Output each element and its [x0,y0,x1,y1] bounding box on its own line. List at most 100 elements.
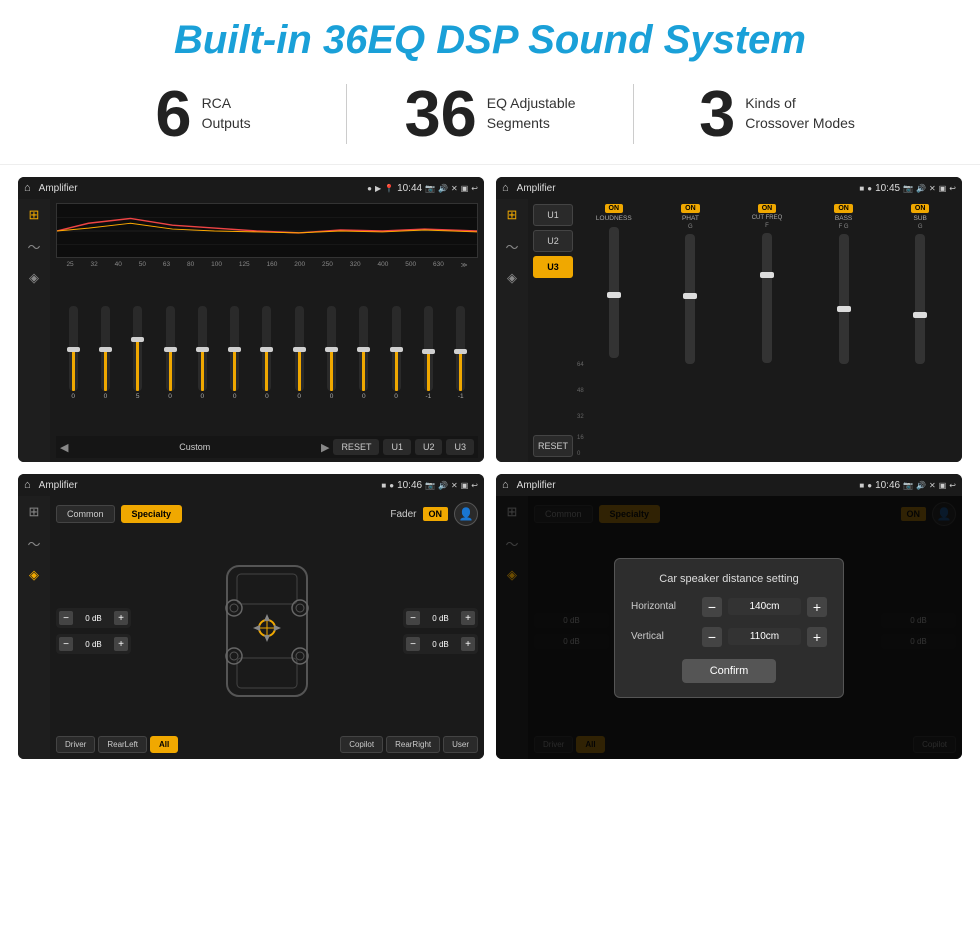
eq-slider-col: 0 [392,306,401,400]
status-bar-3: ⌂ Amplifier ■● 10:46 📷🔊✕▣↩ [18,474,484,496]
eq-slider-col: 0 [295,306,304,400]
side-nav-2: ⊞ 〜 ◈ [496,199,528,462]
fader-body: − 0 dB + − 0 dB + [56,531,478,731]
dialog-horizontal-row: Horizontal − 140cm + [631,597,827,617]
status-icons-3: ■● 10:46 📷🔊✕▣↩ [381,480,478,491]
screens-grid: ⌂ Amplifier ● ▶ 📍 10:44 📷 🔊 ✕ ▣ ↩ ⊞ 〜 ◈ [0,165,980,769]
vol-minus-rl[interactable]: − [59,637,73,651]
u3-preset[interactable]: U3 [533,256,573,278]
dialog-overlay: Car speaker distance setting Horizontal … [496,496,962,759]
rear-left-btn[interactable]: RearLeft [98,736,147,753]
confirm-button[interactable]: Confirm [682,659,777,683]
speaker-nav-icon[interactable]: ◈ [29,270,39,286]
eq-sliders: 0 0 5 [56,272,478,433]
time-3: 10:46 [397,480,422,491]
eq-slider-col: -1 [424,306,433,400]
play-icon-1: ▶ [375,184,381,193]
eq-slider-col: 0 [327,306,336,400]
eq-nav-icon-3[interactable]: ⊞ [29,504,40,520]
home-icon-2[interactable]: ⌂ [502,182,509,194]
horizontal-minus[interactable]: − [702,597,722,617]
channel-sub: ON SUB G [883,204,957,457]
stat-label-crossover: Kinds of Crossover Modes [745,94,855,133]
home-icon-1[interactable]: ⌂ [24,182,31,194]
status-bar-2: ⌂ Amplifier ■● 10:45 📷🔊✕▣↩ [496,177,962,199]
stat-rca: 6 RCA Outputs [60,81,346,146]
screen-eq: ⌂ Amplifier ● ▶ 📍 10:44 📷 🔊 ✕ ▣ ↩ ⊞ 〜 ◈ [18,177,484,462]
vol-val-fr: 0 dB [422,614,459,623]
vol-row-fr: − 0 dB + [403,608,478,628]
vol-row-rl: − 0 dB + [56,634,131,654]
eq-nav-icon-2[interactable]: ⊞ [507,207,518,223]
eq-controls: ◀ Custom ▶ RESET U1 U2 U3 [56,436,478,458]
page-header: Built-in 36EQ DSP Sound System [0,0,980,71]
eq-slider-col: 0 [230,306,239,400]
time-2: 10:45 [875,183,900,194]
next-icon[interactable]: ▶ [321,441,329,454]
specialty-tab[interactable]: Specialty [121,505,183,523]
eq-slider-col: 0 [359,306,368,400]
vol-plus-rl[interactable]: + [114,637,128,651]
u3-btn-1[interactable]: U3 [446,439,474,455]
vertical-minus[interactable]: − [702,627,722,647]
fader-label: Fader [390,509,416,520]
eq-nav-icon[interactable]: ⊞ [29,207,40,223]
user-btn[interactable]: User [443,736,478,753]
vertical-label: Vertical [631,631,696,642]
eq-slider-col: 0 [262,306,271,400]
status-icons-2: ■● 10:45 📷🔊✕▣↩ [859,183,956,194]
vol-row-rr: − 0 dB + [403,634,478,654]
stat-label-rca: RCA Outputs [202,94,251,133]
vol-minus-fl[interactable]: − [59,611,73,625]
fader-tabs: Common Specialty Fader ON 👤 [56,502,478,526]
vol-val-fl: 0 dB [75,614,112,623]
vol-plus-fr[interactable]: + [461,611,475,625]
common-tab[interactable]: Common [56,505,115,523]
eq-main: 25 32 40 50 63 80 100 125 160 200 250 32… [50,199,484,462]
horizontal-plus[interactable]: + [807,597,827,617]
mixer-main: U1 U2 U3 RESET ON LOUDNESS 64 [528,199,962,462]
wave-nav-icon-2[interactable]: 〜 [505,237,518,256]
rear-right-btn[interactable]: RearRight [386,736,440,753]
eq-graph [56,203,478,258]
home-icon-4[interactable]: ⌂ [502,479,509,491]
mixer-presets: U1 U2 U3 RESET [533,204,573,457]
amplifier-title-4: Amplifier [517,480,856,491]
u1-preset[interactable]: U1 [533,204,573,226]
u2-preset[interactable]: U2 [533,230,573,252]
reset-btn-2[interactable]: RESET [533,435,573,457]
home-icon-3[interactable]: ⌂ [24,479,31,491]
channel-phat: ON PHAT G [654,204,728,457]
copilot-btn[interactable]: Copilot [340,736,383,753]
time-1: 10:44 [397,183,422,194]
vol-plus-rr[interactable]: + [461,637,475,651]
side-nav-1: ⊞ 〜 ◈ [18,199,50,462]
vol-val-rr: 0 dB [422,640,459,649]
vol-minus-rr[interactable]: − [406,637,420,651]
reset-btn-1[interactable]: RESET [333,439,379,455]
vol-plus-fl[interactable]: + [114,611,128,625]
dot-icon-1: ● [367,184,372,193]
horizontal-label: Horizontal [631,601,696,612]
sp-nav-icon-2[interactable]: ◈ [507,270,517,286]
u2-btn-1[interactable]: U2 [415,439,443,455]
wave-nav-icon[interactable]: 〜 [27,237,40,256]
horizontal-value: 140cm [728,598,801,615]
wave-nav-icon-3[interactable]: 〜 [27,534,40,553]
user-profile-icon[interactable]: 👤 [454,502,478,526]
status-icons-1: ● ▶ 📍 10:44 📷 🔊 ✕ ▣ ↩ [367,183,478,194]
stat-crossover: 3 Kinds of Crossover Modes [634,81,920,146]
sp-nav-icon-3[interactable]: ◈ [29,567,39,583]
u1-btn-1[interactable]: U1 [383,439,411,455]
x-icon-1: ✕ [451,184,458,193]
page-title: Built-in 36EQ DSP Sound System [20,18,960,63]
car-diagram [137,531,397,731]
driver-btn[interactable]: Driver [56,736,95,753]
all-btn[interactable]: All [150,736,178,753]
fader-on-badge: ON [423,507,449,521]
fader-right-vols: − 0 dB + − 0 dB + [403,531,478,731]
vol-minus-fr[interactable]: − [406,611,420,625]
prev-icon[interactable]: ◀ [60,441,68,454]
vertical-plus[interactable]: + [807,627,827,647]
stat-number-crossover: 3 [699,81,735,146]
